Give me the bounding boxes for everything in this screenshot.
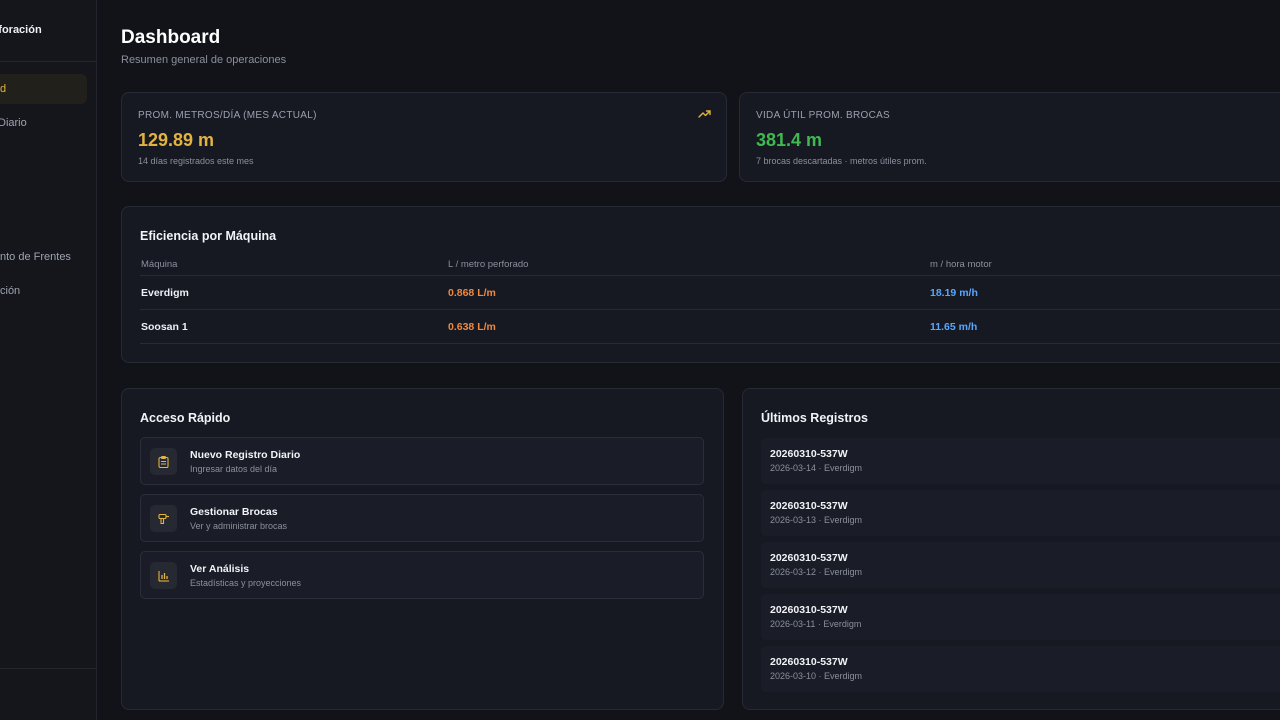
l-per-meter-value: 0.638 L/m [448,321,496,333]
sidebar-item-hidden[interactable] [0,210,87,240]
bar-chart-icon [150,562,177,589]
recent-records-card: Últimos Registros 20260310-537W 2026-03-… [742,388,1280,710]
m-per-hour-value: 18.19 m/h [930,287,978,299]
stat-label: PROM. METROS/DÍA (MES ACTUAL) [138,110,317,121]
quick-access-item-title: Ver Análisis [190,563,250,575]
record-code: 20260310-537W [770,656,848,668]
quick-access-item-subtitle: Ingresar datos del día [190,464,278,474]
table-divider [140,309,1280,310]
sidebar-item-registro-diario[interactable]: Diario [0,108,87,138]
record-code: 20260310-537W [770,500,848,512]
machine-name: Everdigm [141,287,189,299]
quick-access-item-title: Nuevo Registro Diario [190,449,301,461]
sidebar-brand: rforación [0,0,96,62]
recent-records-title: Últimos Registros [761,411,868,425]
record-meta: 2026-03-13 · Everdigm [770,515,863,525]
stat-note: 7 brocas descartadas · metros útiles pro… [756,156,927,166]
sidebar-item-configuracion[interactable]: ción [0,276,87,306]
sidebar-item-frentes[interactable]: nto de Frentes [0,242,87,272]
page-subtitle: Resumen general de operaciones [121,54,287,66]
quick-access-analysis[interactable]: Ver Análisis Estadísticas y proyecciones [140,551,704,599]
efficiency-title: Eficiencia por Máquina [140,229,277,243]
stat-card-metros-dia: PROM. METROS/DÍA (MES ACTUAL) 129.89 m 1… [121,92,727,182]
machine-name: Soosan 1 [141,321,188,333]
quick-access-manage-bits[interactable]: Gestionar Brocas Ver y administrar broca… [140,494,704,542]
table-divider [140,275,1280,276]
quick-access-item-subtitle: Estadísticas y proyecciones [190,578,302,588]
efficiency-card: Eficiencia por Máquina Máquina L / metro… [121,206,1280,363]
record-code: 20260310-537W [770,448,848,460]
record-code: 20260310-537W [770,604,848,616]
column-header-l-per-meter: L / metro perforado [448,259,529,270]
quick-access-new-record[interactable]: Nuevo Registro Diario Ingresar datos del… [140,437,704,485]
recent-record-item[interactable]: 20260310-537W 2026-03-13 · Everdigm [761,490,1280,536]
quick-access-title: Acceso Rápido [140,411,231,425]
l-per-meter-value: 0.868 L/m [448,287,496,299]
quick-access-item-title: Gestionar Brocas [190,506,278,518]
record-meta: 2026-03-14 · Everdigm [770,463,863,473]
clipboard-icon [150,448,177,475]
sidebar: rforación d Diario nto de Frentes ción [0,0,97,720]
page-title: Dashboard [121,27,221,48]
record-meta: 2026-03-11 · Everdigm [770,619,862,629]
stat-note: 14 días registrados este mes [138,156,254,166]
sidebar-item-label: ción [0,285,21,297]
recent-record-item[interactable]: 20260310-537W 2026-03-14 · Everdigm [761,438,1280,484]
table-divider [140,343,1280,344]
recent-record-item[interactable]: 20260310-537W 2026-03-12 · Everdigm [761,542,1280,588]
sidebar-footer-divider [0,668,96,669]
sidebar-item-label: Diario [0,117,27,129]
quick-access-item-subtitle: Ver y administrar brocas [190,521,288,531]
recent-record-item[interactable]: 20260310-537W 2026-03-10 · Everdigm [761,646,1280,692]
record-code: 20260310-537W [770,552,848,564]
sidebar-item-label: nto de Frentes [0,251,71,263]
recent-record-item[interactable]: 20260310-537W 2026-03-11 · Everdigm [761,594,1280,640]
trend-up-icon [698,110,711,118]
brand-title: rforación [0,24,42,36]
record-meta: 2026-03-12 · Everdigm [770,567,863,577]
column-header-m-per-hour: m / hora motor [930,259,992,270]
quick-access-card: Acceso Rápido Nuevo Registro Diario Ingr… [121,388,724,710]
drill-icon [150,505,177,532]
stat-label: VIDA ÚTIL PROM. BROCAS [756,110,891,121]
column-header-machine: Máquina [141,259,178,270]
m-per-hour-value: 11.65 m/h [930,321,978,333]
stat-value: 381.4 m [756,130,823,150]
record-meta: 2026-03-10 · Everdigm [770,671,863,681]
sidebar-item-dashboard[interactable]: d [0,74,87,104]
stat-value: 129.89 m [138,130,215,150]
sidebar-item-label: d [0,83,7,95]
stat-card-vida-brocas: VIDA ÚTIL PROM. BROCAS 381.4 m 7 brocas … [739,92,1280,182]
